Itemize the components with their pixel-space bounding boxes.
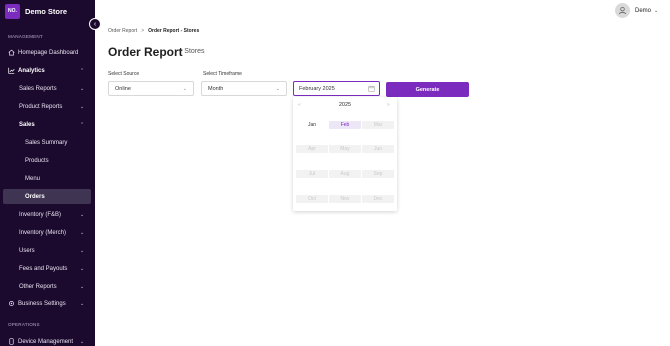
chevron-down-icon: ⌄ — [80, 338, 85, 345]
sidebar-item-menu[interactable]: Menu — [0, 171, 95, 186]
source-label: Select Source — [108, 71, 140, 77]
chevron-up-icon: ⌃ — [80, 67, 85, 74]
month-oct: Oct — [296, 195, 328, 203]
sidebar-item-label: Sales Reports — [19, 85, 57, 92]
source-select[interactable]: Online ⌄ — [108, 81, 194, 96]
brand[interactable]: NO. Demo Store — [5, 3, 67, 19]
timeframe-label: Select Timeframe — [203, 71, 242, 77]
chevron-down-icon: ⌄ — [80, 300, 85, 307]
collapse-sidebar-button[interactable]: ‹ — [89, 18, 101, 30]
sidebar-item-label: Menu — [25, 175, 41, 182]
month-mar: Mar — [362, 121, 394, 129]
sidebar-item-sales-summary[interactable]: Sales Summary — [0, 135, 95, 150]
sidebar-item-inventory-fb[interactable]: Inventory (F&B) ⌄ — [0, 207, 95, 222]
timeframe-select[interactable]: Month ⌄ — [201, 81, 287, 96]
sidebar-item-label: Homepage Dashboard — [18, 49, 79, 56]
section-label-management: MANAGEMENT — [8, 34, 43, 39]
next-year-button[interactable]: » — [387, 102, 390, 108]
sidebar-item-product-reports[interactable]: Product Reports ⌄ — [0, 99, 95, 114]
sidebar-item-sales[interactable]: Sales ⌃ — [0, 117, 95, 132]
breadcrumb-separator: > — [141, 28, 145, 34]
sidebar-item-label: Analytics — [18, 67, 45, 74]
month-picker: « 2025 » Jan Feb Mar Apr May Jun Jul Aug Sep Oct N… — [293, 97, 397, 211]
home-icon — [8, 49, 15, 56]
brand-logo: NO. — [5, 3, 20, 19]
month-date-value: February 2025 — [299, 85, 335, 92]
chart-icon — [8, 67, 15, 74]
month-date-input[interactable]: February 2025 — [293, 81, 380, 96]
sidebar-item-label: Other Reports — [19, 283, 57, 290]
month-sep: Sep — [362, 170, 394, 178]
source-select-value: Online — [115, 85, 131, 92]
sidebar-item-orders[interactable]: Orders — [3, 189, 91, 204]
sidebar-item-business-settings[interactable]: Business Settings ⌄ — [0, 296, 95, 311]
sidebar-item-label: Product Reports — [19, 103, 63, 110]
timeframe-select-value: Month — [208, 85, 224, 92]
user-menu[interactable]: Demo ⌄ — [615, 3, 658, 18]
month-nov: Nov — [329, 195, 361, 203]
chevron-down-icon: ⌄ — [80, 229, 85, 236]
brand-name: Demo Store — [25, 6, 68, 16]
sidebar-item-label: Device Management — [18, 338, 74, 345]
sidebar-item-analytics[interactable]: Analytics ⌃ — [0, 63, 95, 78]
breadcrumb-parent-link[interactable]: Order Report — [108, 28, 137, 34]
section-label-operations: OPERATIONS — [8, 322, 40, 327]
sidebar-item-label: Users — [19, 247, 35, 254]
chevron-down-icon: ⌄ — [80, 265, 85, 272]
breadcrumb: Order Report > Order Report - Stores — [108, 28, 199, 34]
chevron-down-icon: ⌄ — [80, 85, 85, 92]
month-feb[interactable]: Feb — [329, 121, 361, 129]
generate-button[interactable]: Generate — [386, 82, 469, 97]
chevron-down-icon: ⌄ — [80, 103, 85, 110]
sidebar-item-label: Business Settings — [18, 300, 66, 307]
month-dec: Dec — [362, 195, 394, 203]
sidebar-item-label: Inventory (F&B) — [19, 211, 62, 218]
month-apr: Apr — [296, 145, 328, 153]
sidebar-item-label: Sales — [19, 121, 35, 128]
device-icon — [8, 338, 15, 345]
user-icon — [618, 6, 627, 15]
sidebar-item-other-reports[interactable]: Other Reports ⌄ — [0, 279, 95, 294]
gear-icon — [8, 300, 15, 307]
chevron-up-icon: ⌃ — [80, 121, 85, 128]
chevron-down-icon: ⌄ — [80, 283, 85, 290]
sidebar-item-fees-and-payouts[interactable]: Fees and Payouts ⌄ — [0, 261, 95, 276]
month-jul: Jul — [296, 170, 328, 178]
month-jan[interactable]: Jan — [296, 121, 328, 129]
sidebar-item-users[interactable]: Users ⌄ — [0, 243, 95, 258]
chevron-down-icon: ⌄ — [654, 7, 659, 14]
page-subtitle: - Stores — [180, 48, 205, 55]
sidebar-item-label: Orders — [25, 193, 45, 200]
sidebar-item-label: Products — [25, 157, 49, 164]
user-name: Demo — [635, 7, 652, 14]
month-may: May — [329, 145, 361, 153]
sidebar-item-device-management[interactable]: Device Management ⌄ — [0, 334, 95, 346]
month-aug: Aug — [329, 170, 361, 178]
sidebar-item-homepage-dashboard[interactable]: Homepage Dashboard — [0, 45, 95, 60]
chevron-down-icon: ⌄ — [182, 85, 187, 92]
breadcrumb-current: Order Report - Stores — [148, 28, 200, 34]
sidebar-item-label: Fees and Payouts — [19, 265, 68, 272]
chevron-down-icon: ⌄ — [275, 85, 280, 92]
month-jun: Jun — [362, 145, 394, 153]
sidebar-item-inventory-merch[interactable]: Inventory (Merch) ⌄ — [0, 225, 95, 240]
picker-year[interactable]: 2025 — [293, 102, 397, 108]
sidebar-item-label: Inventory (Merch) — [19, 229, 67, 236]
sidebar-item-products[interactable]: Products — [0, 153, 95, 168]
chevron-down-icon: ⌄ — [80, 211, 85, 218]
page-title: Order Report — [108, 45, 183, 59]
calendar-icon — [368, 85, 375, 94]
avatar — [615, 3, 630, 18]
sidebar-item-label: Sales Summary — [25, 139, 68, 146]
chevron-down-icon: ⌄ — [80, 247, 85, 254]
sidebar: NO. Demo Store MANAGEMENT Homepage Dashb… — [0, 0, 95, 346]
sidebar-item-sales-reports[interactable]: Sales Reports ⌄ — [0, 81, 95, 96]
